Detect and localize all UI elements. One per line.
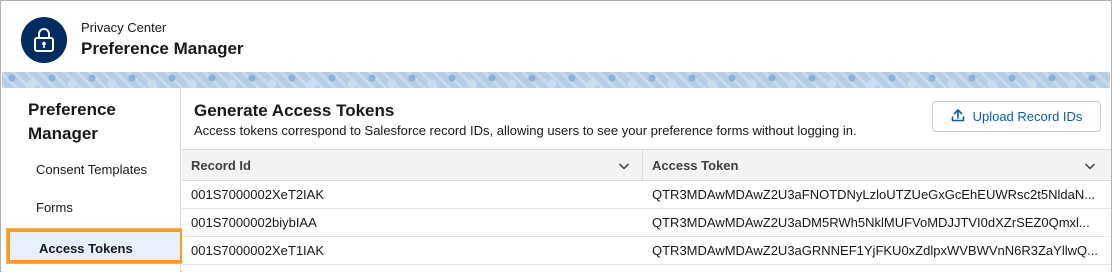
- sidebar-item-forms[interactable]: Forms: [2, 193, 181, 223]
- table-row: 001S7000002XeT2IAK QTR3MDAwMDAwZ2U3aFNOT…: [182, 181, 1111, 209]
- upload-record-ids-button[interactable]: Upload Record IDs: [932, 101, 1101, 132]
- app-header: Privacy Center Preference Manager: [2, 2, 1110, 74]
- app-frame: Privacy Center Preference Manager Prefer…: [0, 0, 1112, 272]
- app-title: Preference Manager: [81, 39, 244, 58]
- table-row: 001S7000002XeT1IAK QTR3MDAwMDAwZ2U3aGRNN…: [182, 237, 1111, 265]
- chevron-down-icon[interactable]: [1084, 160, 1096, 172]
- chevron-down-icon[interactable]: [618, 160, 630, 172]
- column-header-access-token[interactable]: Access Token: [643, 150, 1111, 181]
- record-id-cell: 001S7000002XeT1IAK: [191, 243, 324, 258]
- column-header-label: Record Id: [191, 158, 251, 173]
- sidebar-item-access-tokens[interactable]: Access Tokens: [7, 229, 183, 263]
- sidebar-item-label: Access Tokens: [39, 241, 133, 256]
- record-id-cell: 001S7000002biybIAA: [191, 215, 317, 230]
- app-super-title: Privacy Center: [81, 20, 167, 35]
- table-row: 001S7000002biybIAA QTR3MDAwMDAwZ2U3aDM5R…: [182, 209, 1111, 237]
- lock-icon: [21, 17, 67, 63]
- page-title: Generate Access Tokens: [194, 101, 395, 120]
- sidebar-item-label: Consent Templates: [36, 162, 148, 177]
- tokens-table: Record Id Access Token 001S7000002XeT2IA…: [182, 149, 1111, 265]
- access-token-cell: QTR3MDAwMDAwZ2U3aFNOTDNyLzloUTZUeGxGcEhE…: [652, 187, 1096, 202]
- table-header: Record Id Access Token: [182, 149, 1111, 181]
- header-pattern-band: [2, 72, 1110, 88]
- sidebar-item-label: Forms: [36, 200, 73, 215]
- page-description: Access tokens correspond to Salesforce r…: [194, 123, 857, 138]
- main-panel: Generate Access Tokens Access tokens cor…: [182, 88, 1111, 272]
- column-header-label: Access Token: [652, 158, 739, 173]
- sidebar-heading: Preference Manager: [28, 100, 116, 143]
- access-token-cell: QTR3MDAwMDAwZ2U3aGRNNEF1YjFKU0xZdlpxWVBW…: [652, 243, 1098, 258]
- sidebar-item-consent-templates[interactable]: Consent Templates: [2, 155, 181, 185]
- upload-button-label: Upload Record IDs: [972, 109, 1083, 124]
- access-token-cell: QTR3MDAwMDAwZ2U3aDM5RWh5NklMUFVoMDJJTVI0…: [652, 215, 1090, 230]
- column-header-record-id[interactable]: Record Id: [182, 150, 643, 181]
- sidebar: Preference Manager Consent Templates For…: [2, 88, 183, 272]
- record-id-cell: 001S7000002XeT2IAK: [191, 187, 324, 202]
- upload-icon: [951, 108, 965, 125]
